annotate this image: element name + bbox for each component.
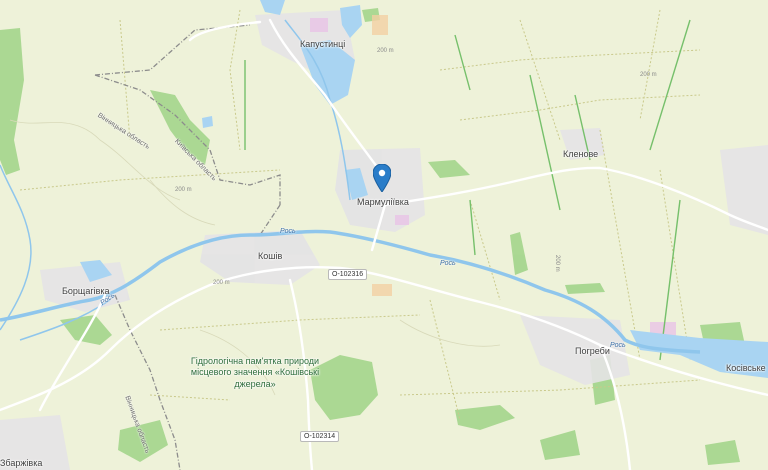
- orange-feature: [372, 15, 388, 35]
- elevation-label: 200 m: [377, 48, 394, 54]
- place-label-koshiv[interactable]: Кошів: [258, 252, 282, 261]
- elevation-label: 200 m: [213, 280, 230, 286]
- orange-feature: [372, 284, 392, 296]
- elevation-label: 200 m: [640, 72, 657, 78]
- elevation-label: 200 m: [554, 255, 560, 272]
- river-label-ros: Рось: [610, 342, 626, 349]
- place-label-kosivske[interactable]: Косівське: [726, 364, 766, 373]
- river-label-ros: Рось: [280, 228, 296, 235]
- place-label-marmulivka[interactable]: Мармуліївка: [357, 198, 409, 207]
- place-label-kapustyntsi[interactable]: Капустинці: [300, 40, 345, 49]
- place-label-pohreby[interactable]: Погреби: [575, 347, 610, 356]
- map-pin-icon: [372, 163, 392, 193]
- place-label-zbarzhivka[interactable]: Збаржівка: [0, 459, 42, 468]
- road-shield-o102316[interactable]: О-102316: [328, 269, 368, 280]
- elevation-label: 200 m: [175, 187, 192, 193]
- place-label-klenove[interactable]: Кленове: [563, 150, 598, 159]
- map-base-layer: [0, 0, 768, 470]
- road-shield-o102314[interactable]: О-102314: [300, 431, 340, 442]
- poi-label-koshivski-dzherela[interactable]: Гідрологічна пам'ятка природи місцевого …: [175, 356, 335, 390]
- place-label-borshchahivka[interactable]: Борщагівка: [62, 287, 110, 296]
- map-pin-icon[interactable]: [372, 163, 392, 193]
- map-view[interactable]: Капустинці Мармуліївка Кленове Кошів Бор…: [0, 0, 768, 470]
- river-label-ros: Рось: [440, 260, 456, 267]
